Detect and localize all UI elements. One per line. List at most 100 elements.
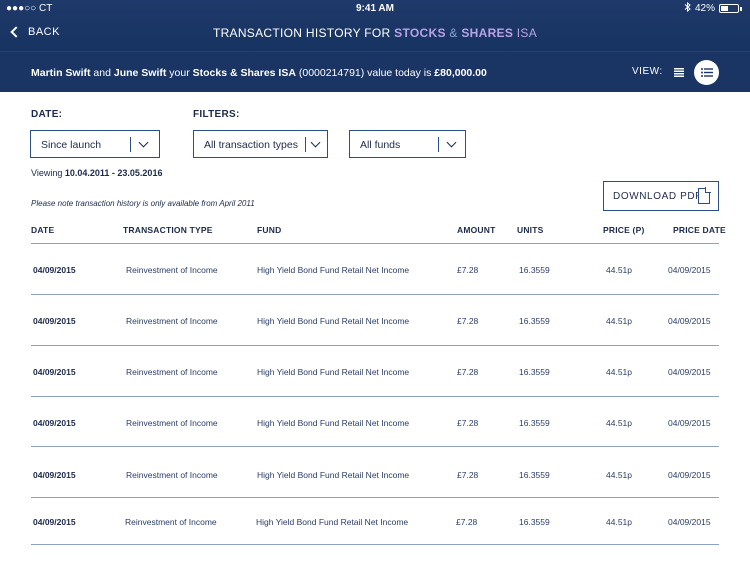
cell-price: 44.51p [606, 517, 632, 527]
date-label: DATE: [31, 109, 63, 120]
header-divider [31, 243, 719, 244]
chevron-down-icon [138, 137, 149, 148]
cell-date: 04/09/2015 [33, 418, 76, 428]
cell-price-date: 04/09/2015 [668, 470, 711, 480]
account-number: (0000214791) value today is [295, 67, 435, 79]
row-divider [31, 497, 719, 498]
table-row[interactable]: 04/09/2015 Reinvestment of Income High Y… [0, 367, 750, 381]
cell-fund: High Yield Bond Fund Retail Net Income [256, 517, 409, 527]
cell-units: 16.3559 [519, 470, 550, 480]
download-pdf-label: DOWNLOAD PDF [613, 191, 702, 202]
viewing-dates: 10.04.2011 - 23.05.2016 [64, 168, 163, 178]
date-select-value: Since launch [41, 139, 102, 151]
title-stocks: STOCKS [394, 26, 446, 40]
table-row[interactable]: 04/09/2015 Reinvestment of Income High Y… [0, 517, 750, 531]
fund-select-value: All funds [360, 139, 401, 151]
list-view-button[interactable] [667, 61, 691, 85]
list-view-icon [674, 64, 684, 82]
col-header-date: DATE [31, 225, 55, 235]
cell-units: 16.3559 [519, 316, 550, 326]
cell-type: Reinvestment of Income [126, 418, 218, 428]
title-prefix: TRANSACTION HISTORY FOR [212, 26, 395, 40]
status-time: 9:41 AM [356, 3, 394, 14]
cell-amount: £7.28 [457, 316, 479, 326]
view-label: VIEW: [632, 66, 663, 77]
col-header-type: TRANSACTION TYPE [123, 225, 213, 235]
battery-icon [719, 4, 739, 13]
viewing-prefix: Viewing [31, 168, 65, 178]
cell-units: 16.3559 [519, 265, 550, 275]
title-suffix: ISA [513, 26, 538, 40]
cell-amount: £7.28 [456, 517, 478, 527]
status-bar: ●●●○○ CT 9:41 AM 42% [0, 0, 750, 16]
cell-type: Reinvestment of Income [126, 316, 218, 326]
download-pdf-button[interactable]: DOWNLOAD PDF [603, 181, 719, 211]
holder-name-1: Martin Swift [31, 67, 91, 79]
summary-and: and [90, 67, 114, 79]
cell-units: 16.3559 [519, 517, 550, 527]
cell-amount: £7.28 [457, 265, 479, 275]
row-divider [31, 345, 719, 346]
cell-price-date: 04/09/2015 [668, 517, 711, 527]
status-right: 42% [684, 1, 742, 15]
nav-bar: BACK TRANSACTION HISTORY FOR STOCKS & SH… [0, 16, 750, 51]
cell-type: Reinvestment of Income [126, 470, 218, 480]
transaction-type-value: All transaction types [204, 139, 298, 151]
cell-amount: £7.28 [457, 470, 479, 480]
cell-price: 44.51p [606, 265, 632, 275]
select-divider [130, 137, 131, 152]
cell-amount: £7.28 [457, 367, 479, 377]
cell-price-date: 04/09/2015 [668, 418, 711, 428]
cell-type: Reinvestment of Income [126, 265, 218, 275]
table-row[interactable]: 04/09/2015 Reinvestment of Income High Y… [0, 265, 750, 279]
history-note: Please note transaction history is only … [31, 199, 255, 208]
bluetooth-icon [684, 1, 691, 15]
cell-date: 04/09/2015 [33, 470, 76, 480]
date-select[interactable]: Since launch [30, 130, 160, 158]
table-row[interactable]: 04/09/2015 Reinvestment of Income High Y… [0, 316, 750, 330]
detail-view-button[interactable] [694, 60, 719, 85]
col-header-fund: FUND [257, 225, 282, 235]
viewing-range: Viewing 10.04.2011 - 23.05.2016 [31, 168, 162, 178]
cell-price: 44.51p [606, 367, 632, 377]
col-header-price-date: PRICE DATE [673, 225, 726, 235]
cell-price-date: 04/09/2015 [668, 316, 711, 326]
cell-price: 44.51p [606, 470, 632, 480]
col-header-price: PRICE (P) [603, 225, 645, 235]
title-shares: SHARES [461, 26, 514, 40]
account-value: £80,000.00 [434, 67, 487, 79]
row-divider [31, 544, 719, 545]
cell-fund: High Yield Bond Fund Retail Net Income [257, 367, 410, 377]
battery-tip [740, 6, 742, 11]
chevron-down-icon [310, 137, 321, 148]
cell-date: 04/09/2015 [33, 265, 76, 275]
fund-select[interactable]: All funds [349, 130, 466, 158]
cell-price-date: 04/09/2015 [668, 367, 711, 377]
select-divider [438, 137, 439, 152]
account-summary-bar: Martin Swift and June Swift your Stocks … [0, 51, 750, 92]
cell-price: 44.51p [606, 316, 632, 326]
cell-fund: High Yield Bond Fund Retail Net Income [257, 265, 410, 275]
holder-name-2: June Swift [113, 67, 167, 79]
table-row[interactable]: 04/09/2015 Reinvestment of Income High Y… [0, 418, 750, 432]
row-divider [31, 446, 719, 447]
filters-label: FILTERS: [193, 109, 240, 120]
chevron-down-icon [446, 137, 457, 148]
cell-amount: £7.28 [457, 418, 479, 428]
transaction-type-select[interactable]: All transaction types [193, 130, 328, 158]
cell-price: 44.51p [606, 418, 632, 428]
cell-type: Reinvestment of Income [125, 517, 217, 527]
row-divider [31, 294, 719, 295]
table-row[interactable]: 04/09/2015 Reinvestment of Income High Y… [0, 470, 750, 484]
cell-fund: High Yield Bond Fund Retail Net Income [257, 470, 410, 480]
account-summary-text: Martin Swift and June Swift your Stocks … [31, 67, 487, 79]
detail-list-icon [700, 64, 713, 82]
cell-type: Reinvestment of Income [126, 367, 218, 377]
document-icon [698, 187, 711, 204]
cell-units: 16.3559 [519, 367, 550, 377]
cell-date: 04/09/2015 [33, 367, 76, 377]
cell-date: 04/09/2015 [33, 517, 76, 527]
page-title: TRANSACTION HISTORY FOR STOCKS & SHARES … [0, 26, 750, 40]
cell-fund: High Yield Bond Fund Retail Net Income [257, 418, 410, 428]
cell-fund: High Yield Bond Fund Retail Net Income [257, 316, 410, 326]
